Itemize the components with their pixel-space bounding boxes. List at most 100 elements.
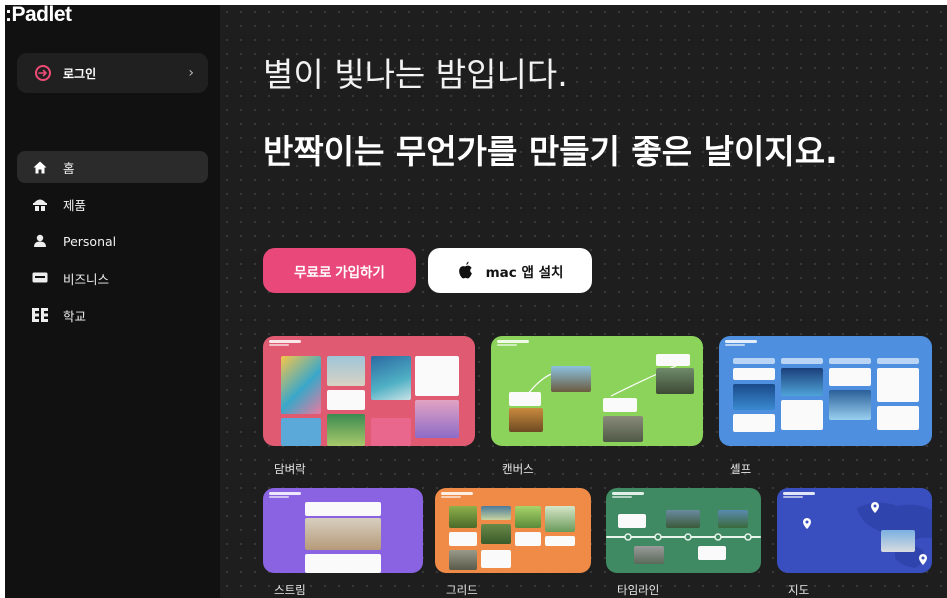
map-image-opera-house (881, 530, 915, 552)
map-pin-icon (919, 554, 927, 565)
timeline-image (718, 510, 748, 528)
card-header-bar (612, 492, 644, 495)
main-content: 별이 빛나는 밤입니다. 반짝이는 무언가를 만들기 좋은 날이지요. 무료로 … (220, 5, 947, 598)
shelf-post (829, 368, 871, 386)
wall-image-leaf (371, 418, 411, 446)
card-header-subbar (725, 344, 745, 346)
sidebar-item-business[interactable]: 비즈니스 (17, 262, 208, 294)
format-card-grid[interactable] (435, 488, 591, 573)
format-card-wall[interactable] (263, 336, 475, 446)
sidebar-item-label: Personal (63, 233, 117, 249)
login-button[interactable]: 로그인 › (17, 53, 208, 93)
apple-icon (458, 261, 472, 278)
grid-post (449, 532, 477, 546)
canvas-image-eagle (551, 366, 591, 392)
card-header-bar (725, 340, 757, 343)
signup-button[interactable]: 무료로 가입하기 (263, 248, 416, 293)
padlet-logo[interactable]: :Padlet (5, 5, 72, 27)
wall-image-people (371, 356, 411, 400)
home-icon (31, 158, 49, 176)
card-header-subbar (612, 496, 632, 498)
shelf-image-jellyfish (733, 384, 775, 410)
sidebar-item-label: 제품 (63, 197, 87, 213)
shelf-post (781, 400, 823, 430)
format-card-canvas[interactable] (491, 336, 703, 446)
sidebar-nav: 홈 제품 Personal 비즈니스 학교 (17, 151, 208, 336)
wall-post (281, 418, 321, 446)
canvas-post (656, 354, 690, 366)
map-pin-icon (871, 502, 879, 513)
hero-heading-line2: 반짝이는 무언가를 만들기 좋은 날이지요. (263, 132, 838, 171)
stream-post (305, 554, 381, 573)
canvas-image-owl (656, 368, 694, 394)
sidebar-item-label: 학교 (63, 308, 87, 324)
card-header-bar (269, 492, 301, 495)
hero-heading-line1: 별이 빛나는 밤입니다. (263, 55, 568, 94)
card-header-subbar (269, 496, 289, 498)
grid-post (545, 536, 575, 546)
sidebar-item-label: 비즈니스 (63, 271, 110, 287)
shelf-post (733, 414, 775, 432)
format-label-grid: 그리드 (446, 583, 478, 597)
card-header-bar (269, 340, 301, 343)
grid-image (545, 506, 575, 532)
wall-image-green (327, 414, 365, 446)
card-header-subbar (441, 496, 461, 498)
format-label-stream: 스트림 (274, 583, 306, 597)
shelf-image-fish (829, 390, 871, 420)
grid-post (515, 532, 541, 546)
wall-image-abstract (281, 356, 321, 414)
person-icon (31, 232, 49, 250)
install-mac-app-button[interactable]: mac 앱 설치 (428, 248, 592, 293)
shelf-post (877, 406, 919, 430)
grid-image (449, 550, 477, 570)
install-mac-app-label: mac 앱 설치 (485, 264, 564, 281)
app-window: :Padlet 로그인 › 홈 제품 Personal 비즈니스 학교 별이 빛… (5, 5, 947, 598)
sidebar-item-product[interactable]: 제품 (17, 188, 208, 220)
format-label-wall: 담벼락 (274, 462, 306, 476)
sidebar-item-school[interactable]: 학교 (17, 299, 208, 331)
card-header-subbar (269, 344, 289, 346)
map-pin-icon (803, 518, 811, 529)
card-header-bar (441, 492, 473, 495)
format-label-canvas: 캔버스 (502, 462, 534, 476)
sidebar-item-home[interactable]: 홈 (17, 151, 208, 183)
grid-image (481, 524, 511, 544)
canvas-post (509, 392, 541, 406)
canvas-image-tiger (509, 408, 543, 432)
shelf-image-ocean (781, 368, 823, 396)
canvas-image-cat (603, 416, 643, 442)
grid-image (515, 506, 541, 528)
shelf-post (733, 368, 775, 380)
grid-post (481, 550, 511, 568)
sidebar: :Padlet 로그인 › 홈 제품 Personal 비즈니스 학교 (5, 5, 220, 598)
format-card-stream[interactable] (263, 488, 423, 573)
timeline-nodes (624, 533, 752, 541)
wall-image-shoe (415, 400, 459, 438)
grid-image (481, 506, 511, 520)
sidebar-item-personal[interactable]: Personal (17, 225, 208, 257)
format-card-map[interactable] (777, 488, 932, 573)
login-label: 로그인 (63, 66, 97, 81)
login-arrow-icon (35, 65, 51, 81)
format-label-timeline: 타임라인 (617, 583, 660, 597)
product-icon (31, 195, 49, 213)
format-card-timeline[interactable] (606, 488, 761, 573)
canvas-post (603, 398, 637, 412)
chevron-right-icon: › (188, 65, 194, 81)
shelf-column-header (733, 358, 775, 364)
business-icon (31, 269, 49, 287)
timeline-post (618, 514, 646, 528)
format-card-shelf[interactable] (719, 336, 932, 446)
wall-image-photo (327, 356, 365, 386)
timeline-post (698, 546, 726, 560)
wall-post (327, 390, 365, 410)
wall-image-sneaker (415, 356, 459, 396)
shelf-post (877, 368, 919, 402)
format-label-shelf: 셸프 (730, 462, 752, 476)
shelf-column-header (877, 358, 919, 364)
school-icon (31, 306, 49, 324)
stream-post (305, 502, 381, 516)
shelf-column-header (829, 358, 871, 364)
timeline-image-elephant (634, 546, 664, 564)
